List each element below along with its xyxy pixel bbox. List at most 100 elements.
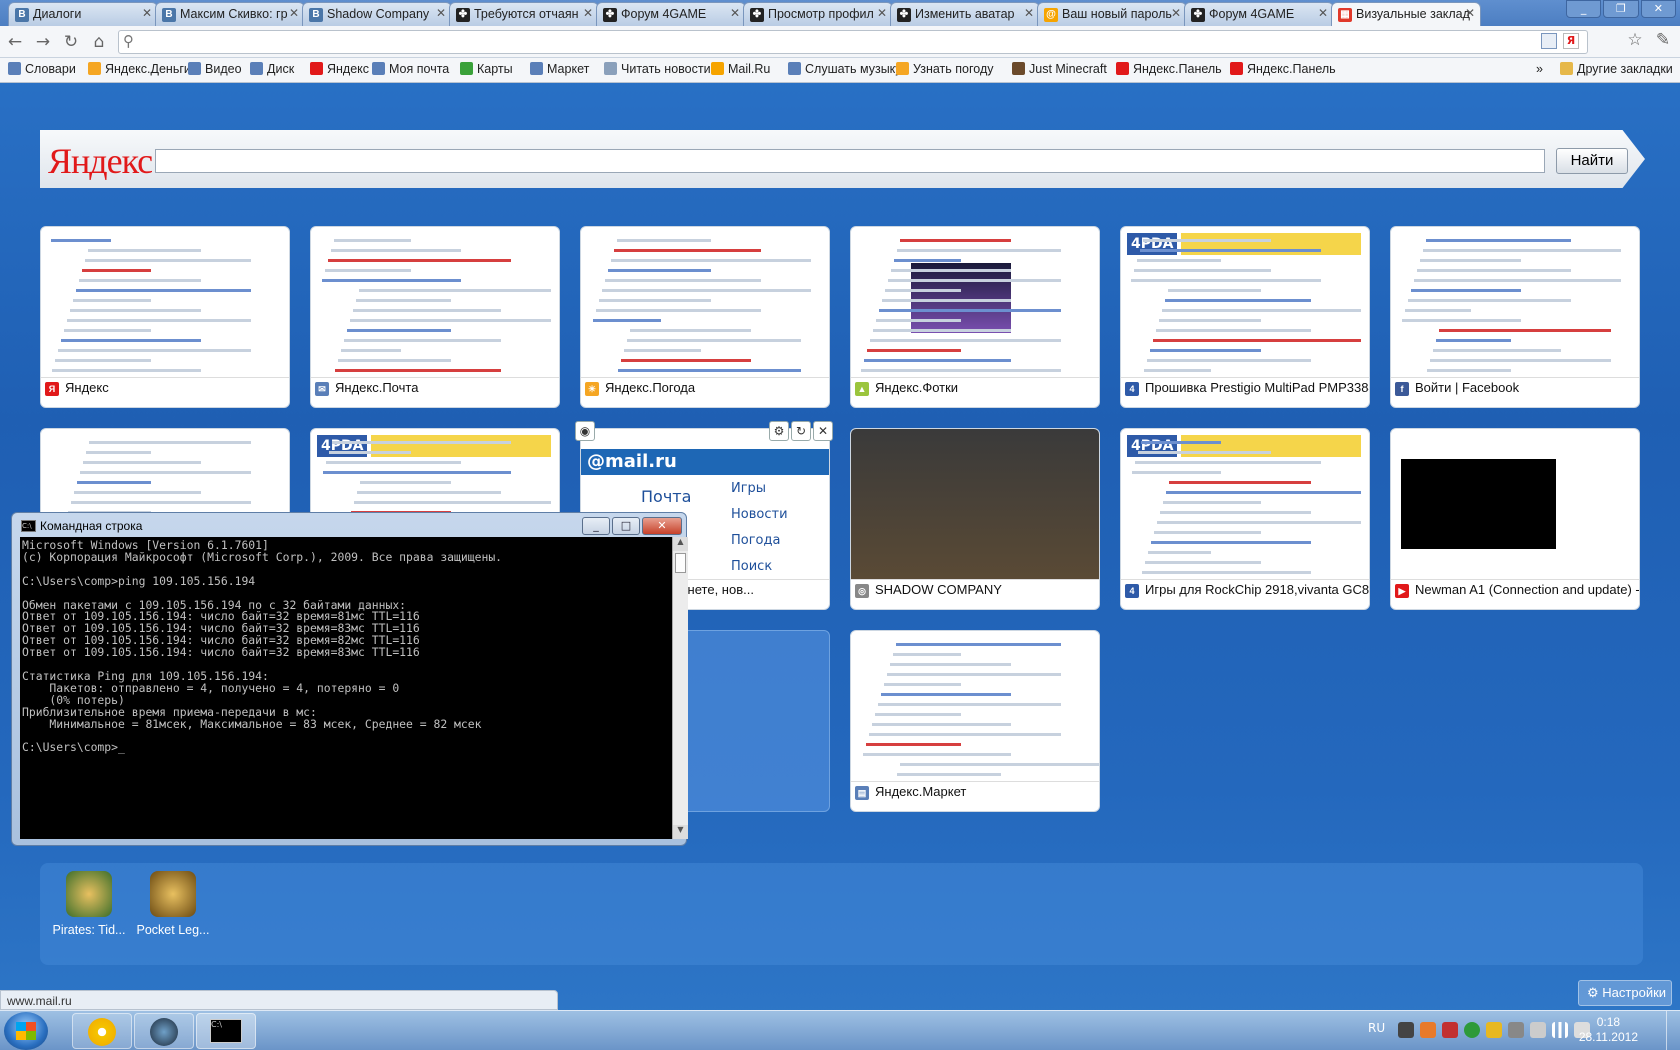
bookmark-13[interactable]: Just Minecraft xyxy=(1012,62,1107,76)
close-tab-icon[interactable]: ✕ xyxy=(583,6,593,20)
close-tab-icon[interactable]: ✕ xyxy=(1171,6,1181,20)
tray-power-icon[interactable] xyxy=(1508,1022,1524,1038)
bookmark-8[interactable]: Маркет xyxy=(530,62,589,76)
close-tab-icon[interactable]: ✕ xyxy=(730,6,740,20)
close-tab-icon[interactable]: ✕ xyxy=(142,6,152,20)
preview-line xyxy=(356,299,451,302)
yandex-search-button[interactable]: Найти xyxy=(1556,148,1628,174)
tab-7[interactable]: ✤ Изменить аватар ✕ xyxy=(890,2,1040,26)
address-bar[interactable]: ⚲ Я xyxy=(118,30,1588,54)
tray-icq-icon[interactable] xyxy=(1486,1022,1502,1038)
maximize-button[interactable]: ❐ xyxy=(1603,0,1639,18)
thumbnail-1[interactable]: Я Яндекс xyxy=(40,226,290,408)
thumbnail-11[interactable]: 4PDA 4 Игры для RockChip 2918,vivanta GC80… xyxy=(1120,428,1370,610)
close-icon[interactable]: ✕ xyxy=(813,421,833,441)
mail-link-1[interactable]: Игры xyxy=(731,481,766,496)
other-bookmarks[interactable]: Другие закладки xyxy=(1560,62,1673,76)
bookmark-label: Яндекс.Панель xyxy=(1133,62,1222,76)
bookmark-9[interactable]: Читать новости xyxy=(604,62,711,76)
tab-3[interactable]: В Shadow Company ✕ xyxy=(302,2,452,26)
bookmark-2[interactable]: Яндекс.Деньги xyxy=(88,62,191,76)
bookmark-14[interactable]: Яндекс.Панель xyxy=(1116,62,1222,76)
wrench-icon[interactable]: ✎ xyxy=(1652,30,1674,50)
tab-6[interactable]: ✤ Просмотр профил ✕ xyxy=(743,2,893,26)
close-window-button[interactable]: ✕ xyxy=(1640,0,1676,18)
app-2[interactable]: Pocket Leg... xyxy=(130,871,216,937)
tab-9[interactable]: ✤ Форум 4GAME ✕ xyxy=(1184,2,1334,26)
bookmark-5[interactable]: Яндекс xyxy=(310,62,369,76)
close-tab-icon[interactable]: ✕ xyxy=(289,6,299,20)
forward-icon[interactable]: → xyxy=(32,32,54,52)
start-button[interactable] xyxy=(4,1012,48,1050)
settings-button[interactable]: ⚙ Настройки xyxy=(1578,980,1672,1006)
cmd-close-button[interactable]: ✕ xyxy=(642,517,682,535)
tab-2[interactable]: В Максим Скивко: гр ✕ xyxy=(155,2,305,26)
command-prompt-window[interactable]: C:\ Командная строка _ □ ✕ Microsoft Win… xyxy=(11,512,688,846)
tab-4[interactable]: ✤ Требуются отчаян ✕ xyxy=(449,2,599,26)
tab-10[interactable]: ▦ Визуальные заклад ✕ xyxy=(1331,2,1481,27)
bookmark-6[interactable]: Моя почта xyxy=(372,62,449,76)
taskbar-steam[interactable] xyxy=(134,1013,194,1049)
thumbnail-10[interactable]: ◎ SHADOW COMPANY xyxy=(850,428,1100,610)
gear-icon[interactable]: ⚙ xyxy=(769,421,789,441)
thumbnail-12[interactable]: ▶ Newman A1 (Connection and update) - ... xyxy=(1390,428,1640,610)
yandex-extension-icon[interactable]: Я xyxy=(1563,33,1579,49)
tab-8[interactable]: @ Ваш новый пароль ✕ xyxy=(1037,2,1187,26)
preview-line xyxy=(1140,249,1321,252)
close-tab-icon[interactable]: ✕ xyxy=(1318,6,1328,20)
cmd-scrollbar[interactable]: ▲ ▼ xyxy=(672,537,688,839)
bookmark-10[interactable]: Mail.Ru xyxy=(711,62,770,76)
language-indicator[interactable]: RU xyxy=(1368,1021,1385,1035)
tray-steam-icon[interactable] xyxy=(1398,1022,1414,1038)
close-tab-icon[interactable]: ✕ xyxy=(877,6,887,20)
bookmark-12[interactable]: Узнать погоду xyxy=(896,62,994,76)
tray-antivirus-icon[interactable] xyxy=(1442,1022,1458,1038)
close-tab-icon[interactable]: ✕ xyxy=(1465,6,1475,20)
tray-update-icon[interactable] xyxy=(1464,1022,1480,1038)
cmd-maximize-button[interactable]: □ xyxy=(612,517,640,535)
thumbnail-2[interactable]: ✉ Яндекс.Почта xyxy=(310,226,560,408)
clock[interactable]: 0:18 28.11.2012 xyxy=(1579,1015,1638,1045)
close-tab-icon[interactable]: ✕ xyxy=(1024,6,1034,20)
home-icon[interactable]: ⌂ xyxy=(88,32,110,52)
scroll-down-icon[interactable]: ▼ xyxy=(673,825,688,839)
mail-link-2[interactable]: Новости xyxy=(731,507,788,522)
back-icon[interactable]: ← xyxy=(4,32,26,52)
tray-mail-icon[interactable] xyxy=(1420,1022,1436,1038)
taskbar-cmd[interactable]: C:\ xyxy=(196,1013,256,1049)
tab-title: Ваш новый пароль xyxy=(1062,7,1172,21)
cmd-output[interactable]: Microsoft Windows [Version 6.1.7601] (c) … xyxy=(20,537,672,839)
scroll-up-icon[interactable]: ▲ xyxy=(673,537,688,551)
chevron-icon[interactable]: » xyxy=(1536,62,1543,76)
cmd-minimize-button[interactable]: _ xyxy=(582,517,610,535)
thumbnail-3[interactable]: ☀ Яндекс.Погода xyxy=(580,226,830,408)
show-desktop-button[interactable] xyxy=(1666,1011,1680,1050)
bookmark-15[interactable]: Яндекс.Панель xyxy=(1230,62,1336,76)
thumbnail-5[interactable]: 4PDA 4 Прошивка Prestigio MultiPad PMP3384… xyxy=(1120,226,1370,408)
minimize-button[interactable]: _ xyxy=(1566,0,1602,18)
bookmark-3[interactable]: Видео xyxy=(188,62,242,76)
page-icon[interactable] xyxy=(1541,33,1557,49)
star-icon[interactable]: ☆ xyxy=(1624,30,1646,50)
yandex-search-input[interactable] xyxy=(155,149,1545,173)
bookmark-7[interactable]: Карты xyxy=(460,62,513,76)
refresh-icon[interactable]: ↻ xyxy=(791,421,811,441)
bookmark-4[interactable]: Диск xyxy=(250,62,294,76)
close-tab-icon[interactable]: ✕ xyxy=(436,6,446,20)
tray-network-icon[interactable] xyxy=(1552,1022,1568,1038)
tab-1[interactable]: В Диалоги ✕ xyxy=(8,2,158,26)
mail-link-4[interactable]: Поиск xyxy=(731,559,772,574)
bookmark-1[interactable]: Словари xyxy=(8,62,76,76)
tray-flag-icon[interactable] xyxy=(1530,1022,1546,1038)
mail-link-3[interactable]: Погода xyxy=(731,533,780,548)
scroll-thumb[interactable] xyxy=(675,553,686,573)
eye-icon[interactable]: ◉ xyxy=(575,421,595,441)
taskbar-chrome[interactable] xyxy=(72,1013,132,1049)
reload-icon[interactable]: ↻ xyxy=(60,32,82,52)
thumbnail-4[interactable]: ▲ Яндекс.Фотки xyxy=(850,226,1100,408)
thumbnail-16[interactable]: ▤ Яндекс.Маркет xyxy=(850,630,1100,812)
bookmark-11[interactable]: Слушать музыку xyxy=(788,62,902,76)
thumbnail-6[interactable]: f Войти | Facebook xyxy=(1390,226,1640,408)
app-1[interactable]: Pirates: Tid... xyxy=(46,871,132,937)
tab-5[interactable]: ✤ Форум 4GAME ✕ xyxy=(596,2,746,26)
